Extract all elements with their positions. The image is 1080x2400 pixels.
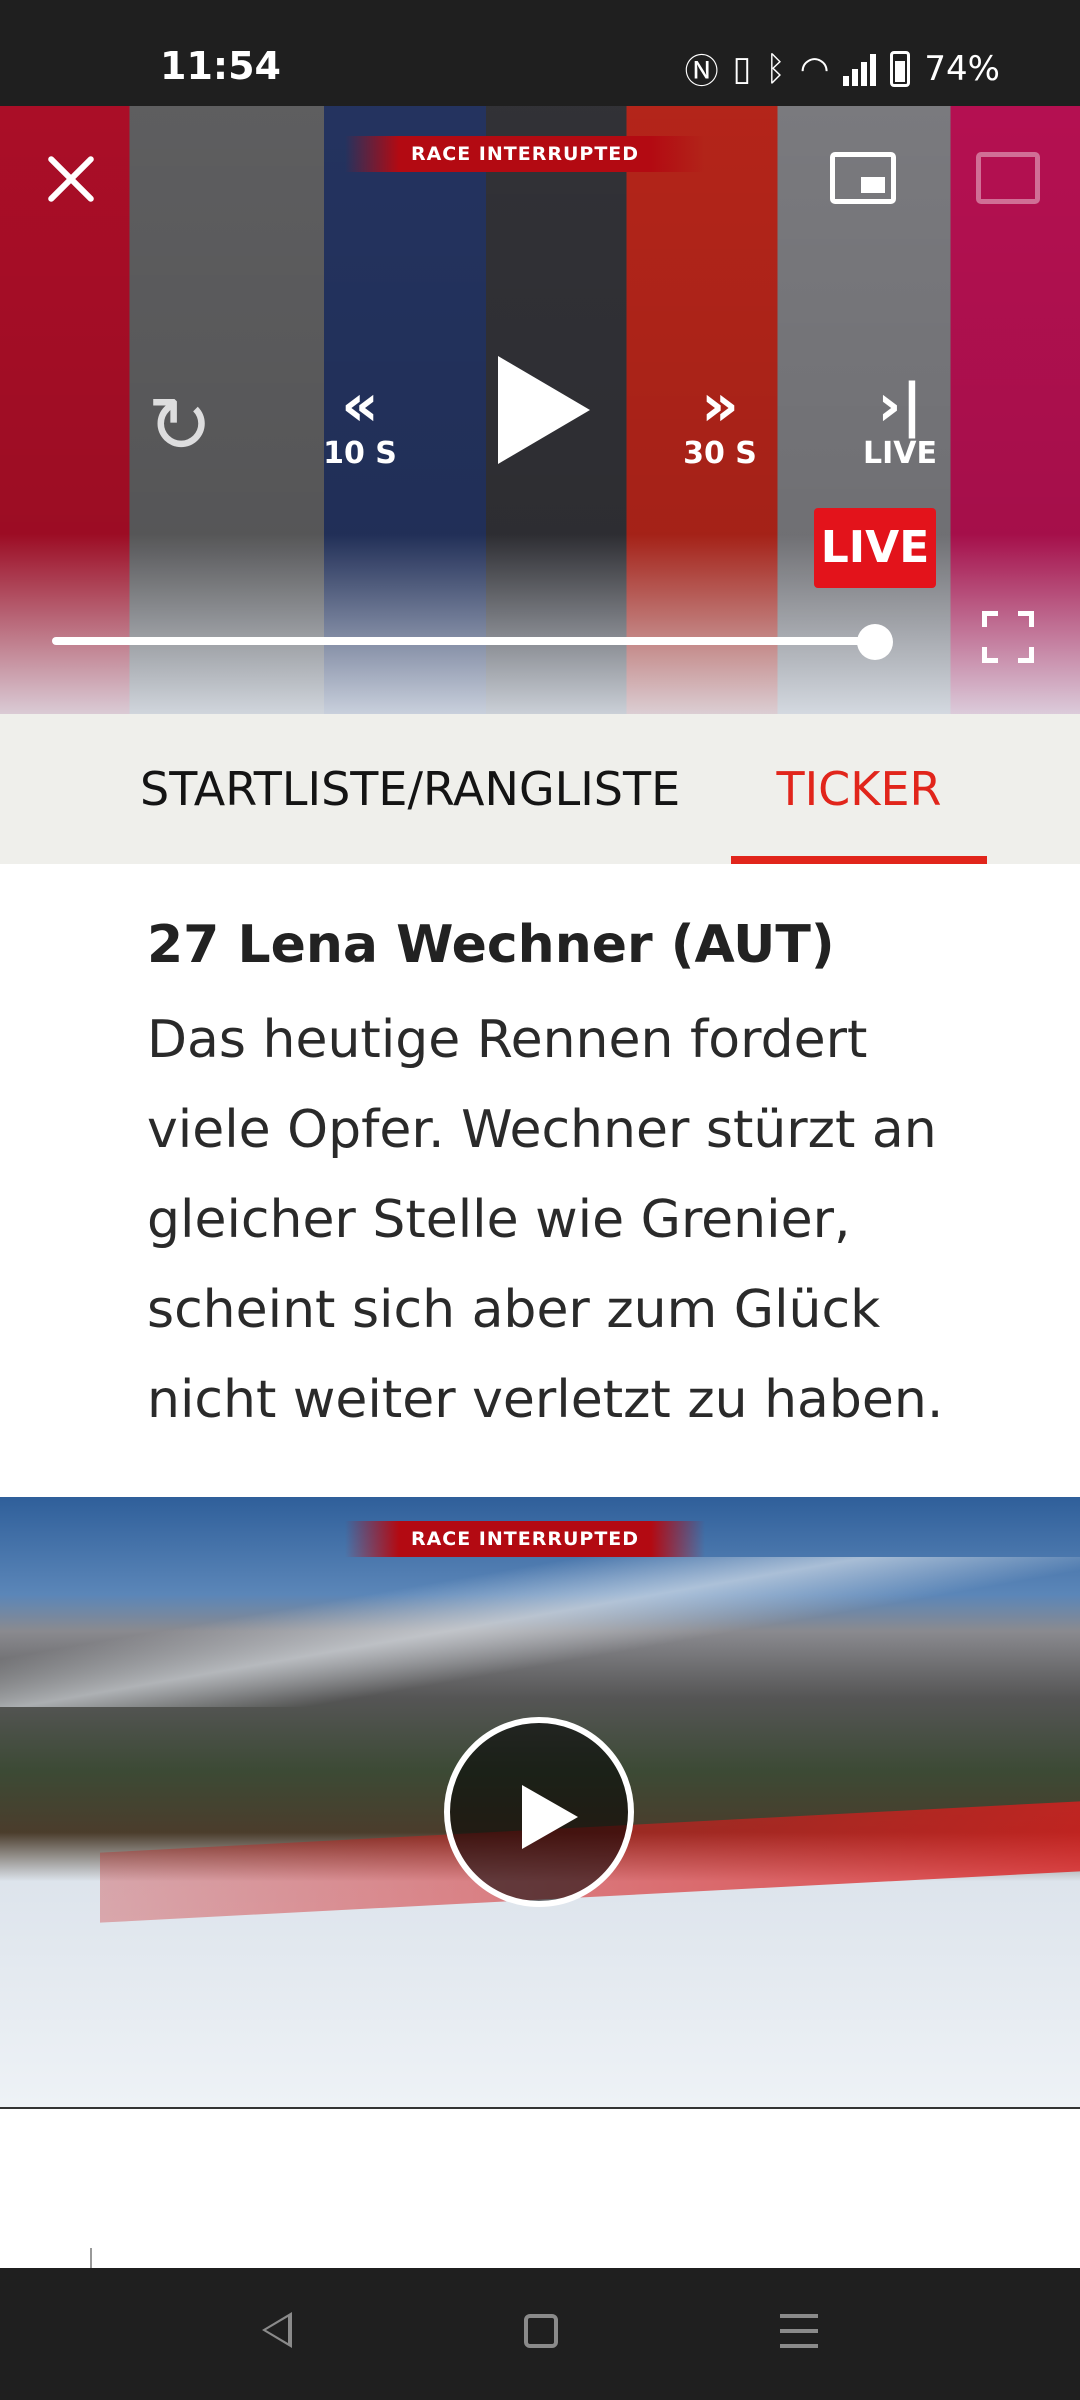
nfc-icon: Ⓝ [684, 52, 719, 92]
video-thumbnail [0, 1557, 1080, 1707]
tab-ticker[interactable]: TICKER [731, 714, 987, 864]
wifi-icon: ◠ [799, 48, 830, 89]
fast-forward-icon: » [701, 371, 739, 439]
play-icon[interactable] [498, 356, 590, 464]
signal-icon [843, 52, 877, 86]
ticker-entry-title: 27 Lena Wechner (AUT) [147, 915, 835, 975]
status-icons: Ⓝ ▯ ᛒ ◠ 74% [685, 44, 1000, 93]
skip-live-label: LIVE [863, 436, 937, 471]
rewind-button[interactable]: « 10 S [320, 376, 400, 471]
rewind-label: 10 S [323, 436, 397, 471]
ticker-entry-body: Das heutige Rennen fordert viele Opfer. … [147, 1010, 944, 1430]
status-bar: 11:54 Ⓝ ▯ ᛒ ◠ 74% [0, 0, 1080, 106]
battery-icon [890, 50, 911, 87]
vibrate-icon: ▯ [732, 48, 752, 89]
rewind-icon: « [341, 371, 379, 439]
skip-to-live-button[interactable]: ›| LIVE [860, 376, 940, 471]
skip-to-live-icon: ›| [877, 371, 923, 439]
bluetooth-icon: ᛒ [765, 48, 786, 89]
back-icon[interactable] [262, 2312, 292, 2348]
cast-icon[interactable] [976, 152, 1040, 204]
active-tab-indicator [731, 856, 987, 864]
tab-bar: STARTLISTE/RANGLISTE TICKER [0, 714, 1080, 864]
close-icon[interactable] [36, 144, 106, 214]
fullscreen-icon[interactable] [982, 611, 1034, 663]
status-time: 11:54 [160, 44, 281, 88]
progress-bar[interactable] [52, 637, 876, 645]
ticker-video[interactable]: RACE INTERRUPTED [0, 1497, 1080, 2107]
scroll-marker [90, 2248, 92, 2268]
video-player[interactable]: RACE INTERRUPTED ↻ « 10 S » 30 S ›| LIVE… [0, 106, 1080, 714]
battery-percent: 74% [924, 48, 1000, 89]
race-interrupted-banner: RACE INTERRUPTED [345, 136, 705, 172]
replay-icon[interactable]: ↻ [140, 386, 220, 466]
divider [0, 2107, 1080, 2109]
forward-button[interactable]: » 30 S [680, 376, 760, 471]
live-badge: LIVE [814, 508, 936, 588]
picture-in-picture-icon[interactable] [830, 152, 896, 204]
forward-label: 30 S [683, 436, 757, 471]
play-circle-icon[interactable] [444, 1717, 634, 1907]
system-nav-bar [0, 2268, 1080, 2400]
recents-icon[interactable] [780, 2314, 818, 2348]
tab-startliste[interactable]: STARTLISTE/RANGLISTE [140, 714, 680, 864]
race-interrupted-banner-2: RACE INTERRUPTED [345, 1521, 705, 1557]
progress-thumb[interactable] [857, 624, 893, 660]
home-icon[interactable] [524, 2314, 558, 2348]
